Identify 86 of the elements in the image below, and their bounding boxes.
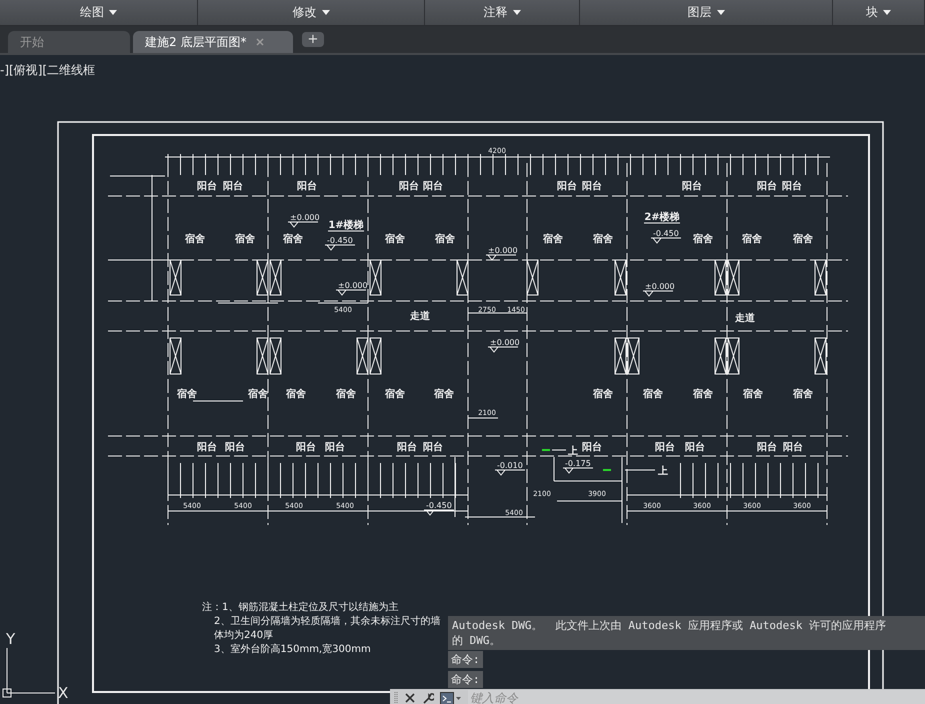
room-label: 宿舍 <box>593 234 613 245</box>
room-label: 阳台 <box>397 442 417 453</box>
room-label: 宿舍 <box>742 234 762 245</box>
grip-icon[interactable] <box>394 692 398 704</box>
room-label: 阳台 <box>297 181 317 192</box>
elevation-mark: -0.450 <box>424 501 454 516</box>
room-label: 宿舍 <box>793 234 813 245</box>
menu-item[interactable]: 块 <box>833 0 925 25</box>
room-label: 阳台 <box>557 181 577 192</box>
room-label: 阳台 <box>757 442 777 453</box>
room-label: 宿舍 <box>283 234 303 245</box>
document-tab[interactable]: 建施2 底层平面图* <box>133 31 293 53</box>
elevation-mark: ±0.000 <box>488 338 520 353</box>
room-label: 走道 <box>735 313 755 324</box>
note-text: 注：1、钢筋混凝土柱定位及尺寸以结施为主 <box>202 601 400 615</box>
room-label: 宿舍 <box>336 389 356 400</box>
room-label: 宿舍 <box>793 389 813 400</box>
elevation-mark: -0.175 <box>562 459 594 474</box>
room-label: 宿舍 <box>235 234 255 245</box>
room-label: 宿舍 <box>434 389 454 400</box>
room-label: 走道 <box>410 311 430 322</box>
menu-item[interactable]: 绘图 <box>0 0 198 25</box>
room-label: 宿舍 <box>185 234 205 245</box>
room-label: 宿舍 <box>435 234 455 245</box>
room-label: 阳台 <box>296 442 316 453</box>
room-label: 宿舍 <box>286 389 306 400</box>
command-prompt: 命令: <box>448 671 483 688</box>
caret-icon <box>883 10 891 15</box>
elevation-mark: -0.450 <box>324 236 356 251</box>
room-label: 阳台 <box>197 442 217 453</box>
elevation-mark: ±0.000 <box>486 246 518 261</box>
room-label: 阳台 <box>783 442 803 453</box>
room-label: 宿舍 <box>385 389 405 400</box>
room-label: 宿舍 <box>593 389 613 400</box>
room-label: 阳台 <box>757 181 777 192</box>
step-label: 上 <box>568 446 578 457</box>
ucs-y-label: Y <box>6 630 16 648</box>
close-icon[interactable] <box>404 692 416 704</box>
note-text: 3、室外台阶高150mm,宽300mm <box>213 643 372 657</box>
caret-icon <box>512 10 520 15</box>
command-prompt-icon[interactable] <box>440 692 462 704</box>
menu-item[interactable]: 注释 <box>425 0 580 25</box>
wrench-icon[interactable] <box>422 692 434 704</box>
new-tab-button[interactable]: + <box>302 32 324 47</box>
history-line: Autodesk DWG。 此文件上次由 Autodesk 应用程序或 Autodesk 许可的应用程序 <box>452 618 888 633</box>
room-label: 宿舍 <box>543 234 563 245</box>
room-label: 阳台 <box>423 442 443 453</box>
elevation-mark: ±0.000 <box>336 281 368 296</box>
room-label: 阳台 <box>225 442 245 453</box>
room-label: 宿舍 <box>177 389 197 400</box>
room-label: 宿舍 <box>693 234 713 245</box>
room-label: 阳台 <box>325 442 345 453</box>
elevation-mark: ±0.000 <box>288 213 320 228</box>
caret-icon <box>109 10 117 15</box>
room-label: 宿舍 <box>693 389 713 400</box>
room-label: 宿舍 <box>743 389 763 400</box>
room-label: 阳台 <box>223 181 243 192</box>
elevation-mark: -0.450 <box>650 229 682 244</box>
viewport-label[interactable]: -][俯视][二维线框 <box>0 62 96 79</box>
room-label: 宿舍 <box>248 389 268 400</box>
menu-item[interactable]: 修改 <box>198 0 425 25</box>
room-label: 阳台 <box>423 181 443 192</box>
room-label: 阳台 <box>399 181 419 192</box>
caret-icon <box>322 10 330 15</box>
elevation-mark: ±0.000 <box>642 282 675 297</box>
command-input[interactable]: 键入命令 <box>468 690 925 704</box>
room-label: 阳台 <box>685 442 705 453</box>
room-label: 阳台 <box>655 442 675 453</box>
elevation-mark: -0.010 <box>494 461 526 476</box>
caret-icon <box>716 10 724 15</box>
stair-label: 1#楼梯 <box>328 220 364 232</box>
room-label: 阳台 <box>582 442 602 453</box>
step-label: 上 <box>658 466 668 477</box>
room-label: 阳台 <box>682 181 702 192</box>
room-label: 阳台 <box>197 181 217 192</box>
room-label: 宿舍 <box>385 234 405 245</box>
menu-item[interactable]: 图层 <box>580 0 833 25</box>
room-label: 阳台 <box>782 181 802 192</box>
ucs-x-label: X <box>58 684 68 702</box>
room-label: 宿舍 <box>643 389 663 400</box>
room-label: 阳台 <box>582 181 602 192</box>
note-text: 2、卫生间分隔墙为轻质隔墙，其余未标注尺寸的墙体均为240厚 <box>213 615 442 643</box>
history-line: 的 DWG。 <box>452 633 502 648</box>
ucs-axes-icon <box>2 648 56 698</box>
stair-label: 2#楼梯 <box>644 212 680 224</box>
command-prompt: 命令: <box>448 651 483 668</box>
